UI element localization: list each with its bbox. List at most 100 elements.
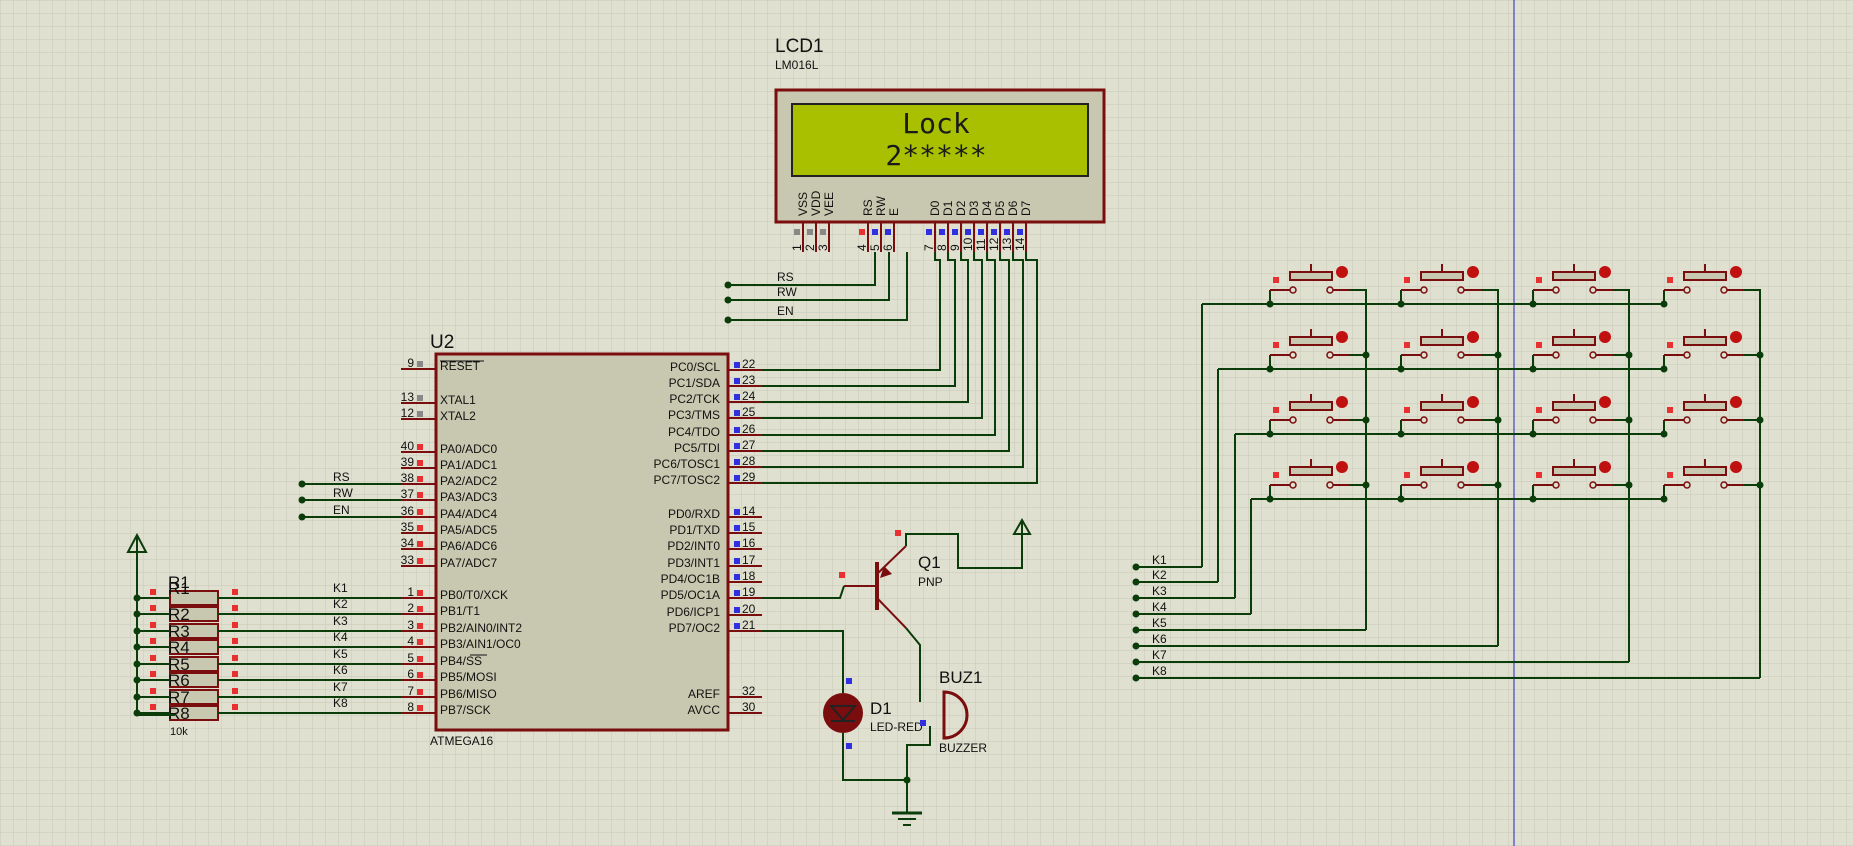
switch-actuator (1289, 401, 1333, 411)
lcd-ref: LCD1 (775, 36, 824, 57)
pin-marker (859, 229, 865, 235)
switch-actuator (1683, 466, 1727, 476)
junction-dot (1132, 642, 1140, 650)
junction-dot (1397, 300, 1405, 308)
pin-marker (232, 704, 238, 710)
mcu-pin-number: 4 (407, 634, 414, 648)
mcu-ref: U2 (430, 332, 454, 353)
lcd-pin-number: 12 (987, 237, 1001, 251)
junction-dot (1756, 351, 1764, 359)
mcu-pin-name: PB4/SS (440, 654, 482, 668)
pin-marker (417, 590, 423, 596)
net-label: RW (777, 285, 797, 299)
lcd-pin-number: 3 (816, 244, 830, 251)
pin-marker (417, 689, 423, 695)
junction-dot (1132, 610, 1140, 618)
switch-actuator (1289, 336, 1333, 346)
junction-dot (1529, 300, 1537, 308)
switch-indicator (1467, 266, 1479, 278)
pin-marker (978, 229, 984, 235)
mcu-pin-number: 34 (401, 536, 415, 550)
resistor-ref: R8 (168, 704, 190, 723)
lcd-pin-number: 10 (961, 237, 975, 251)
junction-dot (1132, 563, 1140, 571)
net-label: K4 (333, 630, 348, 644)
mcu-pin-name: PC0/SCL (670, 360, 720, 374)
pin-marker (1667, 342, 1673, 348)
buzzer-ref: BUZ1 (939, 668, 982, 687)
mcu-pin-number: 20 (742, 602, 756, 616)
pin-marker (1273, 407, 1279, 413)
junction-dot (1494, 416, 1502, 424)
mcu-pin-name: PB6/MISO (440, 687, 497, 701)
pin-marker (417, 476, 423, 482)
mcu-pin-name: PB5/MOSI (440, 670, 497, 684)
switch-indicator (1336, 461, 1348, 473)
mcu-pin-name: PC7/TOSC2 (654, 473, 721, 487)
mcu-pin-number: 22 (742, 357, 756, 371)
lcd-part: LM016L (775, 58, 819, 72)
junction-dot (1266, 300, 1274, 308)
net-label: K3 (1152, 584, 1167, 598)
pin-marker (417, 492, 423, 498)
led-body (823, 693, 863, 733)
net-label: K7 (1152, 648, 1167, 662)
schematic-canvas[interactable]: LCD1 LM016L Lock 2***** VSS 1 VDD 2 VEE 3 RS 4 R… (0, 0, 1853, 846)
resistor-value: 10k (170, 726, 188, 738)
pin-marker (232, 605, 238, 611)
pin-marker (734, 410, 740, 416)
pin-marker (734, 427, 740, 433)
lcd-pin-number: 2 (803, 244, 817, 251)
switch-indicator (1467, 396, 1479, 408)
pin-marker (734, 623, 740, 629)
pin-marker (1404, 342, 1410, 348)
junction-dot (298, 496, 306, 504)
net-label: K1 (1152, 553, 1167, 567)
lcd-pin-number: 7 (922, 244, 936, 251)
lcd-pin-number: 9 (948, 244, 962, 251)
pin-marker (417, 444, 423, 450)
pin-marker (417, 460, 423, 466)
mcu-pin-name: PD7/OC2 (669, 621, 721, 635)
net-label: K6 (333, 663, 348, 677)
mcu-pin-number: 8 (407, 700, 414, 714)
pin-marker (417, 509, 423, 515)
switch-indicator (1467, 461, 1479, 473)
mcu-pin-number: 16 (742, 536, 756, 550)
net-label: RW (333, 486, 353, 500)
mcu-pin-name: PA5/ADC5 (440, 523, 497, 537)
mcu-pin-name: PA2/ADC2 (440, 474, 497, 488)
junction-dot (724, 316, 732, 324)
mcu-pin-number: 5 (407, 651, 414, 665)
lcd-pin-number: 1 (790, 244, 804, 251)
mcu-pin-name: PA7/ADC7 (440, 556, 497, 570)
junction-dot (1756, 416, 1764, 424)
pin-marker (1536, 277, 1542, 283)
mcu-pin-number: 26 (742, 422, 756, 436)
pin-marker (417, 705, 423, 711)
mcu-component[interactable]: U2 ATMEGA16 RESET9XTAL113XTAL212PA0/ADC0… (401, 332, 762, 748)
mcu-pin-number: 17 (742, 553, 756, 567)
mcu-pin-number: 14 (742, 504, 756, 518)
mcu-pin-name: PD4/OC1B (661, 572, 720, 586)
pin-marker (232, 622, 238, 628)
pin-marker (417, 411, 423, 417)
mcu-pin-name: PC2/TCK (669, 392, 720, 406)
junction-dot (1266, 495, 1274, 503)
junction-dot (1362, 416, 1370, 424)
switch-actuator (1683, 401, 1727, 411)
mcu-pin-name: PD3/INT1 (667, 556, 720, 570)
pin-marker (807, 229, 813, 235)
pin-marker (1017, 229, 1023, 235)
mcu-pin-number: 36 (401, 504, 415, 518)
lcd-pin-name: D3 (967, 200, 981, 216)
junction-dot (724, 281, 732, 289)
mcu-pin-number: 24 (742, 389, 756, 403)
schematic-svg[interactable]: LCD1 LM016L Lock 2***** VSS 1 VDD 2 VEE 3 RS 4 R… (0, 0, 1853, 846)
pin-marker (417, 672, 423, 678)
pin-marker (885, 229, 891, 235)
lcd-pin-name: D4 (980, 200, 994, 216)
net-label: RS (333, 470, 350, 484)
mcu-pin-number: 3 (407, 618, 414, 632)
switch-actuator (1420, 271, 1464, 281)
